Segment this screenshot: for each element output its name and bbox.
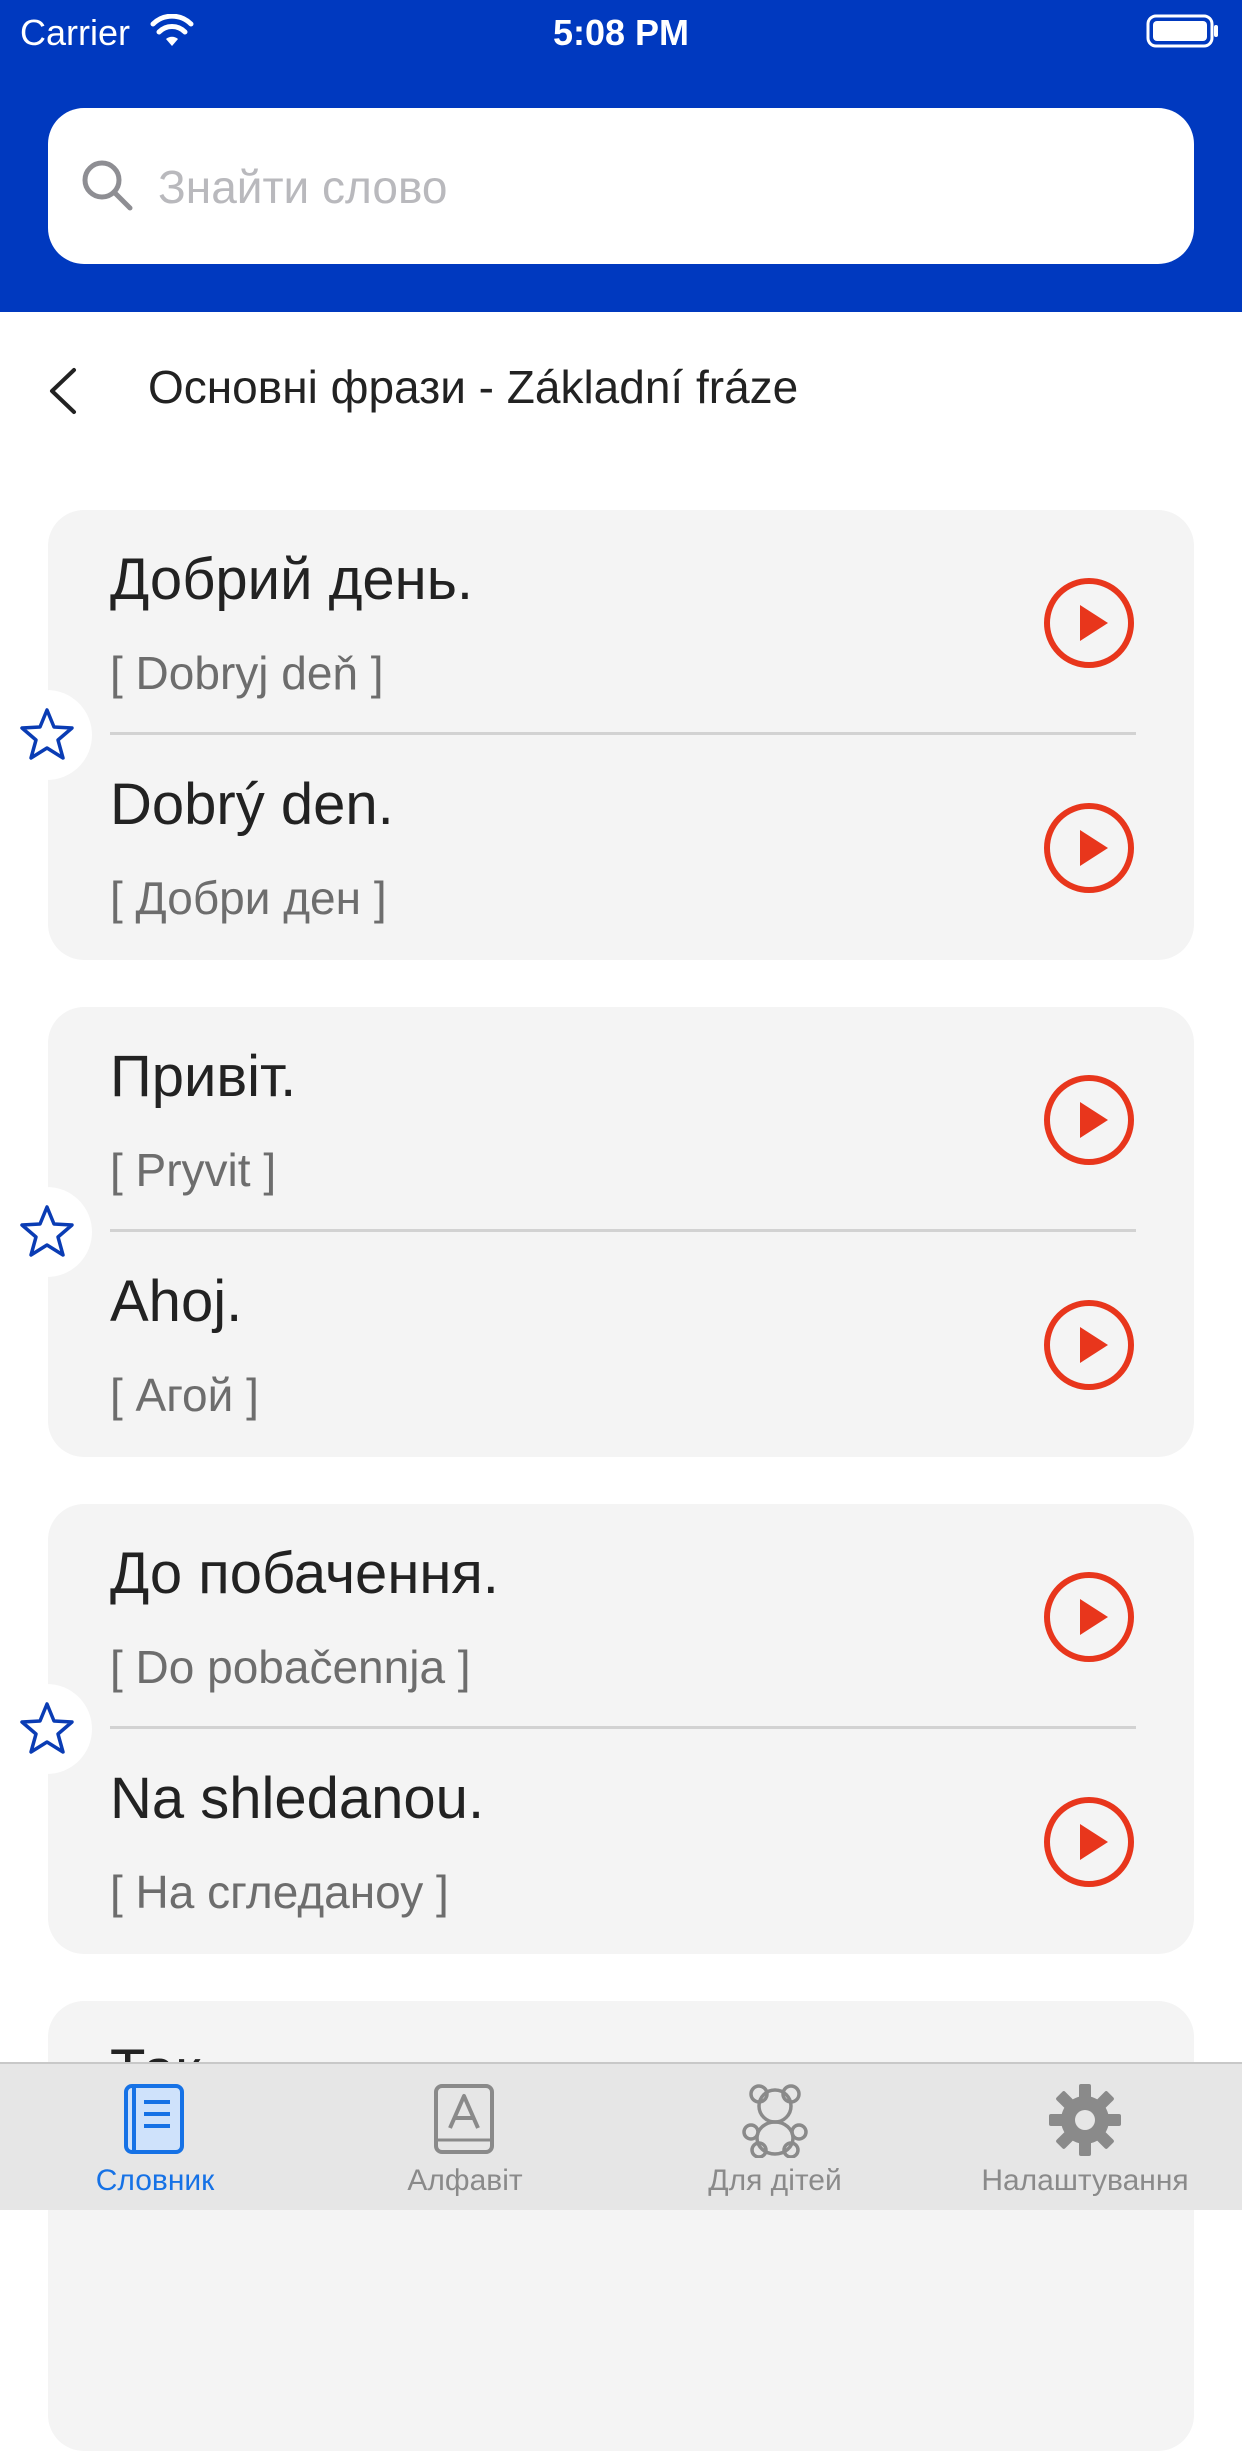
phrase-card: Привіт. [ Pryvit ] Ahoj. [ Агой ] <box>48 1007 1194 1457</box>
tab-kids[interactable]: Для дітей <box>620 2064 930 2210</box>
phrase-row-czech: Ahoj. [ Агой ] <box>48 1232 1194 1457</box>
tab-label: Налаштування <box>981 2164 1189 2197</box>
play-audio-button[interactable] <box>1042 801 1136 895</box>
tab-bar: Словник Алфавіт Для дітей Налаштування <box>0 2062 1242 2210</box>
search-bar[interactable] <box>48 108 1194 264</box>
tab-alphabet[interactable]: Алфавіт <box>310 2064 620 2210</box>
star-icon <box>20 1205 74 1257</box>
phrase-card: До побачення. [ Do pobačennja ] Na shled… <box>48 1504 1194 1954</box>
transliteration-text: [ Pryvit ] <box>110 1144 277 1196</box>
tab-dictionary[interactable]: Словник <box>0 2064 310 2210</box>
alphabet-book-icon <box>310 2082 620 2162</box>
header <box>0 62 1242 312</box>
teddy-bear-icon <box>620 2082 930 2162</box>
book-icon <box>0 2082 310 2162</box>
battery-icon <box>1146 14 1220 53</box>
transliteration-text: [ Do pobačennja ] <box>110 1641 471 1693</box>
play-audio-button[interactable] <box>1042 1298 1136 1392</box>
category-title: Основні фрази - Základní fráze <box>148 361 799 413</box>
status-bar: Carrier 5:08 PM <box>0 0 1242 62</box>
tab-label: Алфавіт <box>407 2164 523 2197</box>
star-icon <box>20 708 74 760</box>
play-audio-button[interactable] <box>1042 576 1136 670</box>
phrase-text: Dobrý den. <box>110 772 394 837</box>
tab-settings[interactable]: Налаштування <box>930 2064 1240 2210</box>
play-audio-button[interactable] <box>1042 1570 1136 1664</box>
favorite-star-button[interactable] <box>2 1187 92 1277</box>
search-input[interactable] <box>156 138 1160 236</box>
phrase-row-czech: Na shledanou. [ На сгледаноу ] <box>48 1729 1194 1954</box>
transliteration-text: [ На сгледаноу ] <box>110 1866 449 1918</box>
tab-label: Для дітей <box>708 2164 842 2197</box>
phrase-text: Привіт. <box>110 1044 297 1109</box>
phrase-card: Добрий день. [ Dobryj deň ] Dobrý den. [… <box>48 510 1194 960</box>
phrase-row-ukrainian: Привіт. [ Pryvit ] <box>48 1007 1194 1232</box>
search-icon <box>80 158 136 219</box>
gear-icon <box>930 2082 1240 2162</box>
phrase-text: Ahoj. <box>110 1269 243 1334</box>
phrase-row-ukrainian: До побачення. [ Do pobačennja ] <box>48 1504 1194 1729</box>
favorite-star-button[interactable] <box>2 690 92 780</box>
favorite-star-button[interactable] <box>2 1684 92 1774</box>
transliteration-text: [ Агой ] <box>110 1369 259 1421</box>
back-chevron-icon[interactable] <box>44 366 84 421</box>
tab-label: Словник <box>95 2164 215 2197</box>
phrase-text: Добрий день. <box>110 547 474 612</box>
phrase-text: До побачення. <box>110 1541 499 1606</box>
star-icon <box>20 1702 74 1754</box>
play-audio-button[interactable] <box>1042 1073 1136 1167</box>
play-audio-button[interactable] <box>1042 1795 1136 1889</box>
category-header: Основні фрази - Základní fráze <box>0 312 1242 462</box>
phrase-row-ukrainian: Добрий день. [ Dobryj deň ] <box>48 510 1194 735</box>
phrase-text: Na shledanou. <box>110 1766 485 1831</box>
phrase-row-czech: Dobrý den. [ Добри ден ] <box>48 735 1194 960</box>
clock: 5:08 PM <box>552 12 690 53</box>
transliteration-text: [ Добри ден ] <box>110 872 387 924</box>
transliteration-text: [ Dobryj deň ] <box>110 647 384 699</box>
